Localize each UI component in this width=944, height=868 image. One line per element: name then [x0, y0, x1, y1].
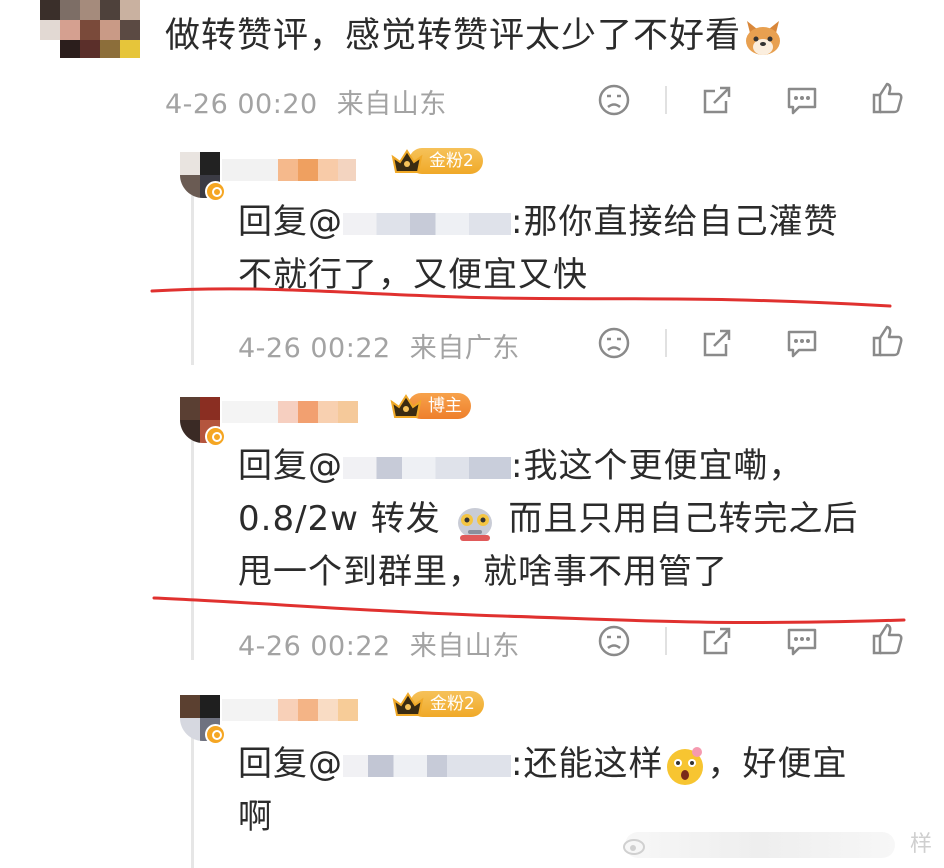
username-blurred[interactable]	[222, 397, 358, 427]
main-comment-date: 4-26 00:20	[165, 89, 318, 120]
reply-text-line2b: 而且只用自己转完之后	[508, 499, 859, 539]
mention-blurred[interactable]	[343, 754, 511, 777]
watermark-bar	[625, 832, 895, 858]
reply-avatar[interactable]	[160, 397, 226, 447]
watermark-text: 样	[909, 832, 932, 857]
reply-location: 来自山东	[409, 631, 520, 662]
reply-prefix: 回复@	[238, 446, 343, 486]
share-icon[interactable]	[700, 83, 734, 117]
comment-icon[interactable]	[785, 624, 819, 658]
comment-icon[interactable]	[785, 83, 819, 117]
reply-date: 4-26 00:22	[238, 631, 391, 662]
verified-badge-icon	[205, 426, 226, 447]
robot-emoji-icon	[457, 507, 492, 541]
host-badge[interactable]: 博主	[390, 392, 471, 420]
reply-text: :那你直接给自己灌赞	[511, 202, 839, 242]
reply-avatar[interactable]	[160, 695, 226, 745]
dislike-icon[interactable]	[597, 624, 631, 658]
dog-emoji-icon	[746, 21, 781, 55]
reply-text-line2a: 0.8/2w 转发	[238, 499, 441, 539]
reply-text-2: ，好便宜	[707, 744, 848, 784]
reply-prefix: 回复@	[238, 744, 343, 784]
main-comment-location: 来自山东	[336, 89, 447, 120]
divider	[665, 329, 667, 357]
reply-location: 来自广东	[409, 333, 520, 364]
fan-badge[interactable]: 金粉2	[392, 690, 484, 718]
crown-icon	[392, 692, 424, 716]
username-blurred[interactable]	[222, 695, 358, 725]
mention-blurred[interactable]	[343, 456, 511, 479]
reply-avatar[interactable]	[160, 152, 226, 202]
weibo-logo-icon	[623, 839, 645, 855]
mention-blurred[interactable]	[343, 212, 511, 235]
red-underline	[150, 287, 892, 308]
crown-icon	[391, 149, 423, 173]
comment-icon[interactable]	[785, 326, 819, 360]
surprised-emoji-icon	[667, 746, 704, 785]
verified-badge-icon	[205, 724, 226, 745]
like-icon[interactable]	[870, 324, 904, 358]
like-icon[interactable]	[870, 81, 904, 115]
fan-badge[interactable]: 金粉2	[391, 147, 483, 175]
divider	[665, 627, 667, 655]
divider	[665, 86, 667, 114]
dislike-icon[interactable]	[597, 83, 631, 117]
thread-line	[191, 735, 194, 868]
like-icon[interactable]	[870, 622, 904, 656]
crown-icon	[390, 394, 422, 418]
main-comment-text: 做转赞评，感觉转赞评太少了不好看	[165, 16, 742, 56]
reply-prefix: 回复@	[238, 202, 343, 242]
share-icon[interactable]	[700, 326, 734, 360]
reply-text: :我这个更便宜嘞，	[511, 446, 804, 486]
reply-text: :还能这样	[511, 744, 664, 784]
reply-text-line2: 啊	[238, 797, 273, 837]
reply-date: 4-26 00:22	[238, 333, 391, 364]
dislike-icon[interactable]	[597, 326, 631, 360]
username-blurred[interactable]	[222, 155, 356, 185]
reply-text-line3: 甩一个到群里，就啥事不用管了	[238, 552, 728, 592]
main-avatar[interactable]	[40, 0, 140, 58]
share-icon[interactable]	[700, 624, 734, 658]
